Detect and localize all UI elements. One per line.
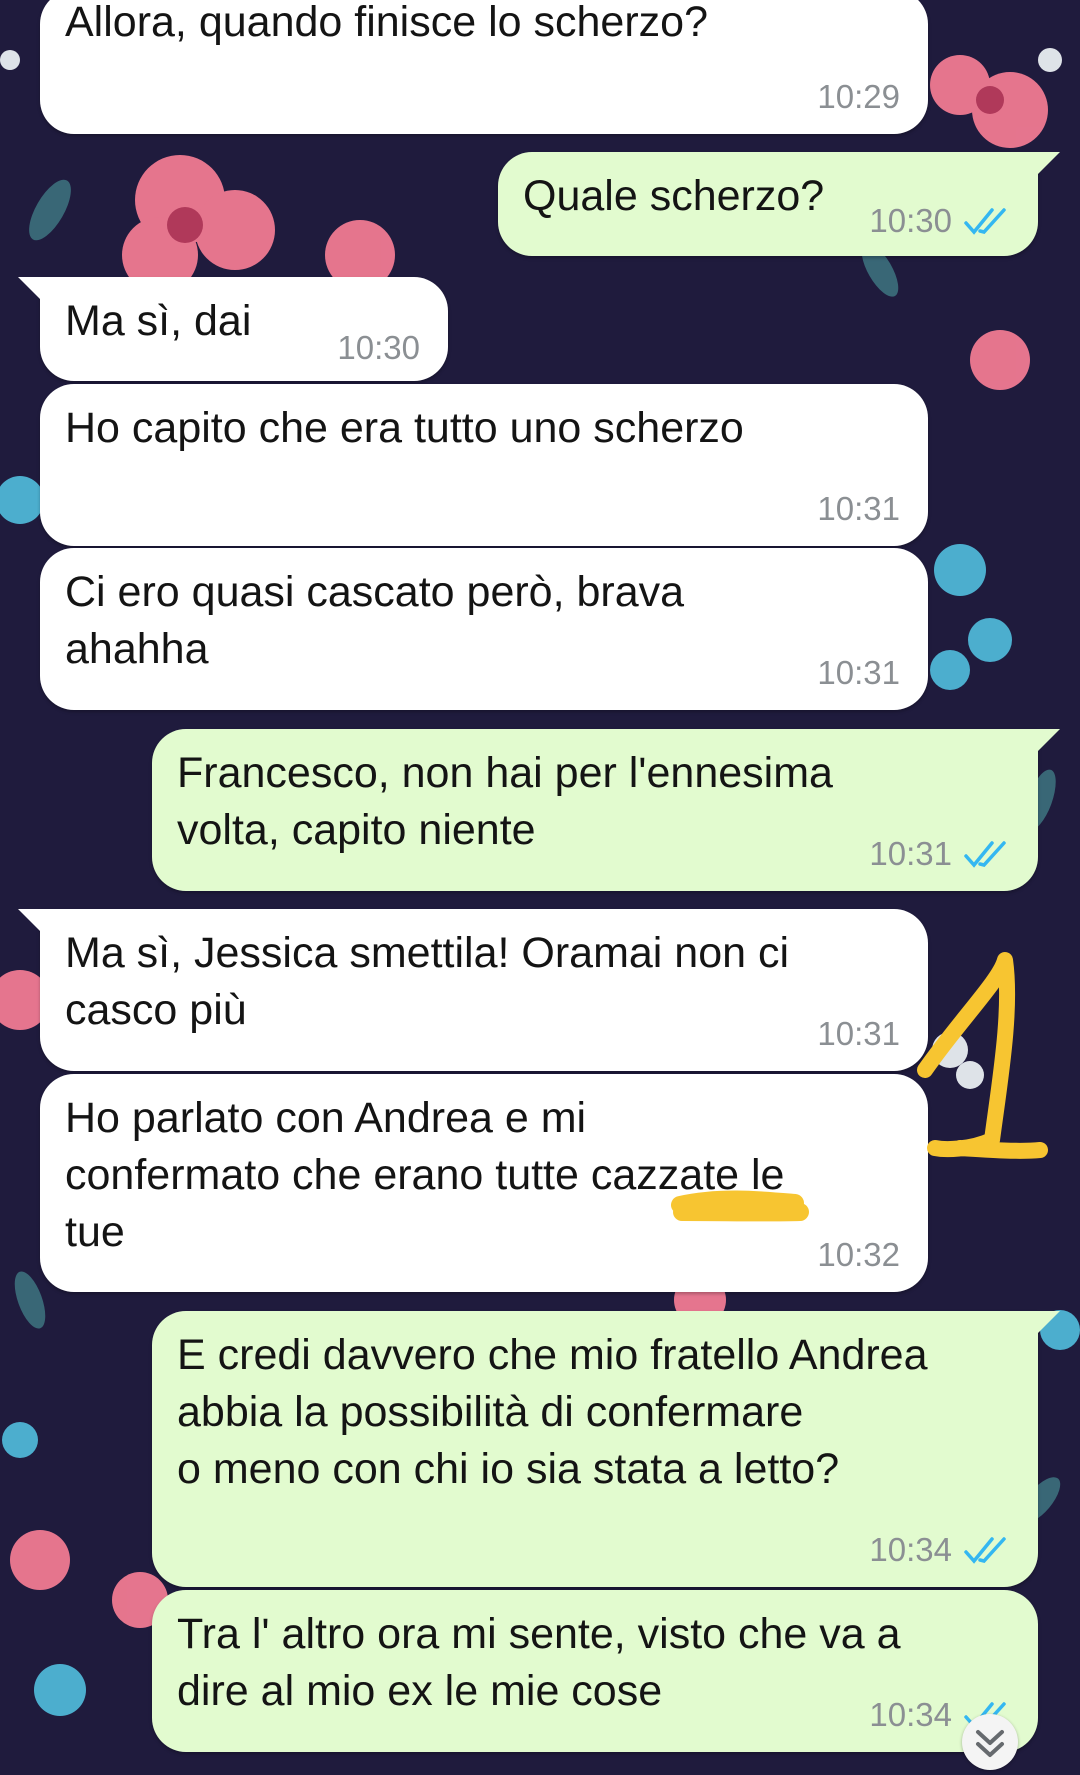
- message-time: 10:31: [817, 1015, 900, 1052]
- message-time: 10:31: [869, 835, 952, 872]
- message-bubble-outgoing[interactable]: Quale scherzo? 10:30: [498, 152, 1060, 256]
- message-meta: 10:31: [817, 1015, 900, 1053]
- message-text: Ma sì, Jessica smettila! Oramai non ci c…: [65, 929, 790, 1034]
- message-bubble-outgoing[interactable]: E credi davvero che mio fratello Andrea …: [152, 1311, 1060, 1587]
- message-meta: 10:30: [337, 329, 420, 367]
- message-text: E credi davvero che mio fratello Andrea …: [177, 1331, 928, 1493]
- message-meta: 10:34: [869, 1531, 1010, 1569]
- message-text: Ho capito che era tutto uno scherzo: [65, 404, 744, 452]
- message-meta: 10:31: [817, 654, 900, 692]
- message-time: 10:32: [817, 1236, 900, 1273]
- message-bubble-outgoing[interactable]: Tra l' altro ora mi sente, visto che va …: [152, 1590, 1038, 1752]
- message-text: Ci ero quasi cascato però, brava ahahha: [65, 568, 685, 673]
- message-text: Ma sì, dai: [65, 297, 252, 345]
- message-time: 10:34: [869, 1696, 952, 1733]
- message-text: Tra l' altro ora mi sente, visto che va …: [177, 1610, 901, 1715]
- message-bubble-incoming[interactable]: Allora, quando finisce lo scherzo? 10:29: [40, 0, 928, 134]
- message-time: 10:30: [337, 329, 420, 366]
- double-check-icon: [964, 841, 1006, 868]
- message-time: 10:31: [817, 654, 900, 691]
- message-text: Francesco, non hai per l'ennesima volta,…: [177, 749, 833, 854]
- message-meta: 10:29: [817, 78, 900, 116]
- message-bubble-incoming[interactable]: Ci ero quasi cascato però, brava ahahha …: [40, 548, 928, 710]
- message-time: 10:34: [869, 1531, 952, 1568]
- message-meta: 10:31: [869, 835, 1010, 873]
- message-meta: 10:32: [817, 1236, 900, 1274]
- message-text: Quale scherzo?: [523, 172, 825, 220]
- double-check-icon: [964, 1537, 1006, 1564]
- message-meta: 10:31: [817, 490, 900, 528]
- message-bubble-incoming[interactable]: Ma sì, dai 10:30: [18, 277, 448, 381]
- message-bubble-incoming[interactable]: Ho capito che era tutto uno scherzo 10:3…: [40, 384, 928, 546]
- message-bubble-incoming[interactable]: Ma sì, Jessica smettila! Oramai non ci c…: [18, 909, 928, 1071]
- message-time: 10:30: [869, 202, 952, 239]
- message-time: 10:29: [817, 78, 900, 115]
- message-text: Ho parlato con Andrea e mi confermato ch…: [65, 1094, 785, 1256]
- double-check-icon: [964, 208, 1006, 235]
- message-text: Allora, quando finisce lo scherzo?: [65, 0, 708, 46]
- message-bubble-outgoing[interactable]: Francesco, non hai per l'ennesima volta,…: [152, 729, 1060, 891]
- message-time: 10:31: [817, 490, 900, 527]
- message-bubble-incoming[interactable]: Ho parlato con Andrea e mi confermato ch…: [40, 1074, 928, 1292]
- message-meta: 10:30: [869, 202, 1010, 240]
